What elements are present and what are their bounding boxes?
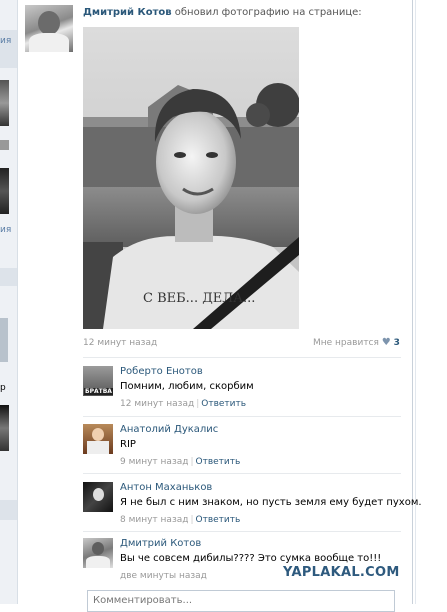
comment-time[interactable]: две минуты назад bbox=[120, 571, 207, 581]
shirt-text: С ВЕБ... ДЕЛА... bbox=[143, 291, 255, 306]
commenter-name[interactable]: Антон Маханьков bbox=[120, 482, 212, 493]
sidebar-item-label[interactable]: ия bbox=[0, 36, 11, 46]
author-avatar[interactable] bbox=[25, 5, 73, 52]
sidebar-block bbox=[0, 268, 17, 286]
like-control[interactable]: Мне нравится ♥ 3 bbox=[313, 337, 400, 348]
comment-input-placeholder: Комментировать... bbox=[93, 595, 193, 606]
comment-time[interactable]: 12 минут назад bbox=[120, 399, 194, 409]
sidebar-thumbnail[interactable] bbox=[0, 405, 9, 451]
sidebar-thumbnail[interactable] bbox=[0, 140, 9, 150]
comment-meta: две минуты назад bbox=[120, 571, 207, 581]
sidebar-thumbnail[interactable] bbox=[0, 318, 8, 362]
comment-text: Я не был с ним знаком, но пусть земля ем… bbox=[120, 497, 422, 508]
divider bbox=[83, 416, 401, 417]
comment-meta: 12 минут назад | Ответить bbox=[120, 399, 247, 409]
comment-meta: 9 минут назад | Ответить bbox=[120, 457, 241, 467]
photo-image: С ВЕБ... ДЕЛА... bbox=[83, 27, 299, 329]
sidebar-item-label[interactable]: р bbox=[0, 383, 6, 393]
reply-link[interactable]: Ответить bbox=[196, 515, 241, 525]
comment-text: Вы че совсем дибилы???? Это сумка вообще… bbox=[120, 553, 382, 564]
like-count: 3 bbox=[393, 338, 400, 348]
reply-link[interactable]: Ответить bbox=[196, 457, 241, 467]
avatar-shirt bbox=[29, 33, 69, 52]
commenter-avatar[interactable] bbox=[83, 538, 113, 568]
comment-time[interactable]: 8 минут назад bbox=[120, 515, 188, 525]
post-time[interactable]: 12 минут назад bbox=[83, 338, 157, 348]
avatar-label: БРАТВА bbox=[84, 388, 113, 395]
avatar-head bbox=[38, 11, 60, 35]
commenter-avatar[interactable] bbox=[83, 424, 113, 454]
left-sidebar: ия ия р bbox=[0, 0, 18, 604]
post-header: Дмитрий Котов обновил фотографию на стра… bbox=[83, 7, 362, 18]
post-action-text: обновил фотографию на странице: bbox=[174, 7, 362, 18]
post-author-link[interactable]: Дмитрий Котов bbox=[83, 7, 172, 18]
sidebar-block bbox=[0, 500, 17, 520]
post-photo[interactable]: С ВЕБ... ДЕЛА... bbox=[83, 27, 299, 329]
commenter-avatar[interactable]: БРАТВА bbox=[83, 366, 113, 396]
divider bbox=[83, 473, 401, 474]
like-label: Мне нравится bbox=[313, 338, 379, 348]
sidebar-thumbnail[interactable] bbox=[0, 168, 9, 214]
divider bbox=[83, 357, 401, 358]
comment-text: Помним, любим, скорбим bbox=[120, 381, 254, 392]
sidebar-item-label[interactable]: ия bbox=[0, 225, 11, 235]
comment-meta: 8 минут назад | Ответить bbox=[120, 515, 241, 525]
comment-item: БРАТВА Роберто Енотов Помним, любим, ско… bbox=[83, 360, 401, 416]
site-watermark: YAPLAKAL.COM bbox=[283, 565, 400, 580]
commenter-name[interactable]: Роберто Енотов bbox=[120, 366, 203, 377]
heart-icon: ♥ bbox=[381, 337, 391, 348]
comment-item: Антон Маханьков Я не был с ним знаком, н… bbox=[83, 476, 422, 532]
content-divider bbox=[412, 0, 413, 604]
comment-input[interactable]: Комментировать... bbox=[87, 590, 395, 612]
commenter-avatar[interactable] bbox=[83, 482, 113, 512]
sidebar-thumbnail[interactable] bbox=[0, 80, 9, 126]
comment-item: Анатолий Дукалис RIP 9 минут назад | Ответ… bbox=[83, 418, 401, 474]
content-divider bbox=[415, 0, 416, 604]
comment-time[interactable]: 9 минут назад bbox=[120, 457, 188, 467]
comment-text: RIP bbox=[120, 439, 136, 450]
commenter-name[interactable]: Дмитрий Котов bbox=[120, 538, 201, 549]
reply-link[interactable]: Ответить bbox=[201, 399, 246, 409]
commenter-name[interactable]: Анатолий Дукалис bbox=[120, 424, 218, 435]
